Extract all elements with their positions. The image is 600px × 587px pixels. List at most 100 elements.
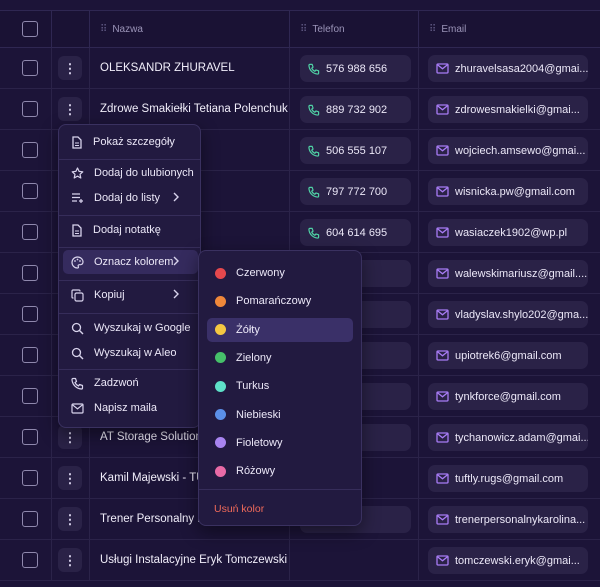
row-menu-button[interactable]: ⋮ xyxy=(58,97,82,121)
email-pill[interactable]: wasiaczek1902@wp.pl xyxy=(428,219,588,246)
menu-item-search-google[interactable]: Wyszukaj w Google xyxy=(63,316,198,340)
email-pill[interactable]: upiotrek6@gmail.com xyxy=(428,342,588,369)
mail-icon xyxy=(436,514,449,525)
menu-item-show-details[interactable]: Pokaż szczegóły xyxy=(63,130,198,154)
row-checkbox[interactable] xyxy=(22,60,38,76)
color-option[interactable]: Niebieski xyxy=(207,403,353,427)
contact-name: Trener Personalny K xyxy=(100,513,206,525)
phone-pill[interactable]: 576 988 656 xyxy=(300,55,411,82)
row-checkbox[interactable] xyxy=(22,142,38,158)
color-option[interactable]: Żółty xyxy=(207,317,353,342)
row-checkbox[interactable] xyxy=(22,552,38,568)
phone-number: 506 555 107 xyxy=(326,144,388,157)
menu-item-search-aleo[interactable]: Wyszukaj w Aleo xyxy=(63,341,198,365)
phone-pill[interactable]: 889 732 902 xyxy=(300,96,411,123)
row-checkbox[interactable] xyxy=(22,470,38,486)
row-checkbox[interactable] xyxy=(22,511,38,527)
email-address: zdrowesmakielki@gmai... xyxy=(455,103,580,116)
email-address: trenerpersonalnykarolina... xyxy=(455,513,586,526)
menu-item-add-favorites[interactable]: Dodaj do ulubionych xyxy=(63,161,198,185)
row-menu-button[interactable]: ⋮ xyxy=(58,548,82,572)
color-swatch-icon xyxy=(215,324,226,336)
row-checkbox[interactable] xyxy=(22,347,38,363)
email-address: tuftly.rugs@gmail.com xyxy=(455,472,564,485)
column-header-name-label: Nazwa xyxy=(112,23,143,35)
mail-icon xyxy=(436,350,449,361)
row-checkbox[interactable] xyxy=(22,101,38,117)
email-pill[interactable]: trenerpersonalnykarolina... xyxy=(428,506,588,533)
menu-divider xyxy=(59,313,200,314)
drag-handle-icon[interactable]: ⠿ xyxy=(429,24,436,35)
email-pill[interactable]: vladyslav.shylo202@gma... xyxy=(428,301,588,328)
menu-item-label: Dodaj do listy xyxy=(94,192,161,204)
email-pill[interactable]: tomczewski.eryk@gmai... xyxy=(428,547,588,574)
row-checkbox[interactable] xyxy=(22,224,38,240)
mail-icon xyxy=(436,63,449,74)
table-row[interactable]: ⋮ Usługi Instalacyjne Eryk Tomczewski to… xyxy=(0,540,600,581)
row-checkbox[interactable] xyxy=(22,388,38,404)
phone-number: 797 772 700 xyxy=(326,185,388,198)
phone-icon xyxy=(71,377,84,390)
menu-item-label: Dodaj do ulubionych xyxy=(94,167,194,179)
email-pill[interactable]: zdrowesmakielki@gmai... xyxy=(428,96,588,123)
column-header-name[interactable]: ⠿ Nazwa xyxy=(89,11,289,47)
row-menu-button[interactable]: ⋮ xyxy=(58,56,82,80)
row-menu-button[interactable]: ⋮ xyxy=(58,425,82,449)
phone-pill[interactable]: 506 555 107 xyxy=(300,137,411,164)
email-pill[interactable]: walewskimariusz@gmail.... xyxy=(428,260,588,287)
mail-icon xyxy=(436,186,449,197)
row-actions-cell: ⋮ xyxy=(51,499,89,539)
phone-number: 889 732 902 xyxy=(326,103,388,116)
chevron-right-icon xyxy=(173,192,179,202)
more-vertical-icon: ⋮ xyxy=(63,429,77,445)
remove-color-button[interactable]: Usuń kolor xyxy=(214,503,264,515)
more-vertical-icon: ⋮ xyxy=(63,470,77,486)
menu-item-call[interactable]: Zadzwoń xyxy=(63,371,198,395)
phone-icon xyxy=(308,186,320,198)
row-menu-button[interactable]: ⋮ xyxy=(58,466,82,490)
menu-item-add-to-list[interactable]: Dodaj do listy xyxy=(63,186,198,210)
row-checkbox[interactable] xyxy=(22,429,38,445)
email-pill[interactable]: wisnicka.pw@gmail.com xyxy=(428,178,588,205)
color-option[interactable]: Różowy xyxy=(207,459,353,483)
email-pill[interactable]: tynkforce@gmail.com xyxy=(428,383,588,410)
color-option[interactable]: Czerwony xyxy=(207,261,353,285)
menu-item-write-mail[interactable]: Napisz maila xyxy=(63,396,198,420)
row-actions-cell: ⋮ xyxy=(51,48,89,88)
email-pill[interactable]: tuftly.rugs@gmail.com xyxy=(428,465,588,492)
row-checkbox[interactable] xyxy=(22,183,38,199)
row-menu-button[interactable]: ⋮ xyxy=(58,507,82,531)
email-address: upiotrek6@gmail.com xyxy=(455,349,562,362)
row-checkbox[interactable] xyxy=(22,265,38,281)
color-swatch-icon xyxy=(215,409,226,420)
name-cell: OLEKSANDR ZHURAVEL xyxy=(89,48,289,88)
phone-icon xyxy=(308,63,320,75)
email-pill[interactable]: wojciech.amsewo@gmai... xyxy=(428,137,588,164)
color-swatch-icon xyxy=(215,465,226,477)
palette-icon xyxy=(71,255,84,269)
phone-cell xyxy=(289,540,418,580)
phone-number: 576 988 656 xyxy=(326,62,388,75)
email-pill[interactable]: tychanowicz.adam@gmai... xyxy=(428,424,588,451)
email-pill[interactable]: zhuravelsasa2004@gmai... xyxy=(428,55,588,82)
color-option[interactable]: Fioletowy xyxy=(207,431,353,455)
phone-pill[interactable]: 604 614 695 xyxy=(300,219,411,246)
column-header-email[interactable]: ⠿ Email xyxy=(418,11,600,47)
column-header-phone[interactable]: ⠿ Telefon xyxy=(289,11,418,47)
mail-icon xyxy=(436,555,449,566)
drag-handle-icon[interactable]: ⠿ xyxy=(100,24,107,35)
menu-item-add-note[interactable]: Dodaj notatkę xyxy=(63,218,198,242)
color-label: Pomarańczowy xyxy=(236,295,312,308)
menu-item-copy[interactable]: Kopiuj xyxy=(63,283,198,307)
color-option[interactable]: Turkus xyxy=(207,374,353,398)
drag-handle-icon[interactable]: ⠿ xyxy=(300,24,307,35)
menu-divider xyxy=(199,489,361,490)
row-checkbox[interactable] xyxy=(22,306,38,322)
menu-item-mark-color[interactable]: Oznacz kolorem xyxy=(63,250,198,274)
color-option[interactable]: Zielony xyxy=(207,346,353,370)
header-actions-cell xyxy=(51,11,89,47)
color-option[interactable]: Pomarańczowy xyxy=(207,289,353,313)
phone-pill[interactable]: 797 772 700 xyxy=(300,178,411,205)
table-row[interactable]: ⋮ OLEKSANDR ZHURAVEL 576 988 656 zhuravel… xyxy=(0,48,600,89)
select-all-checkbox[interactable] xyxy=(22,21,38,37)
